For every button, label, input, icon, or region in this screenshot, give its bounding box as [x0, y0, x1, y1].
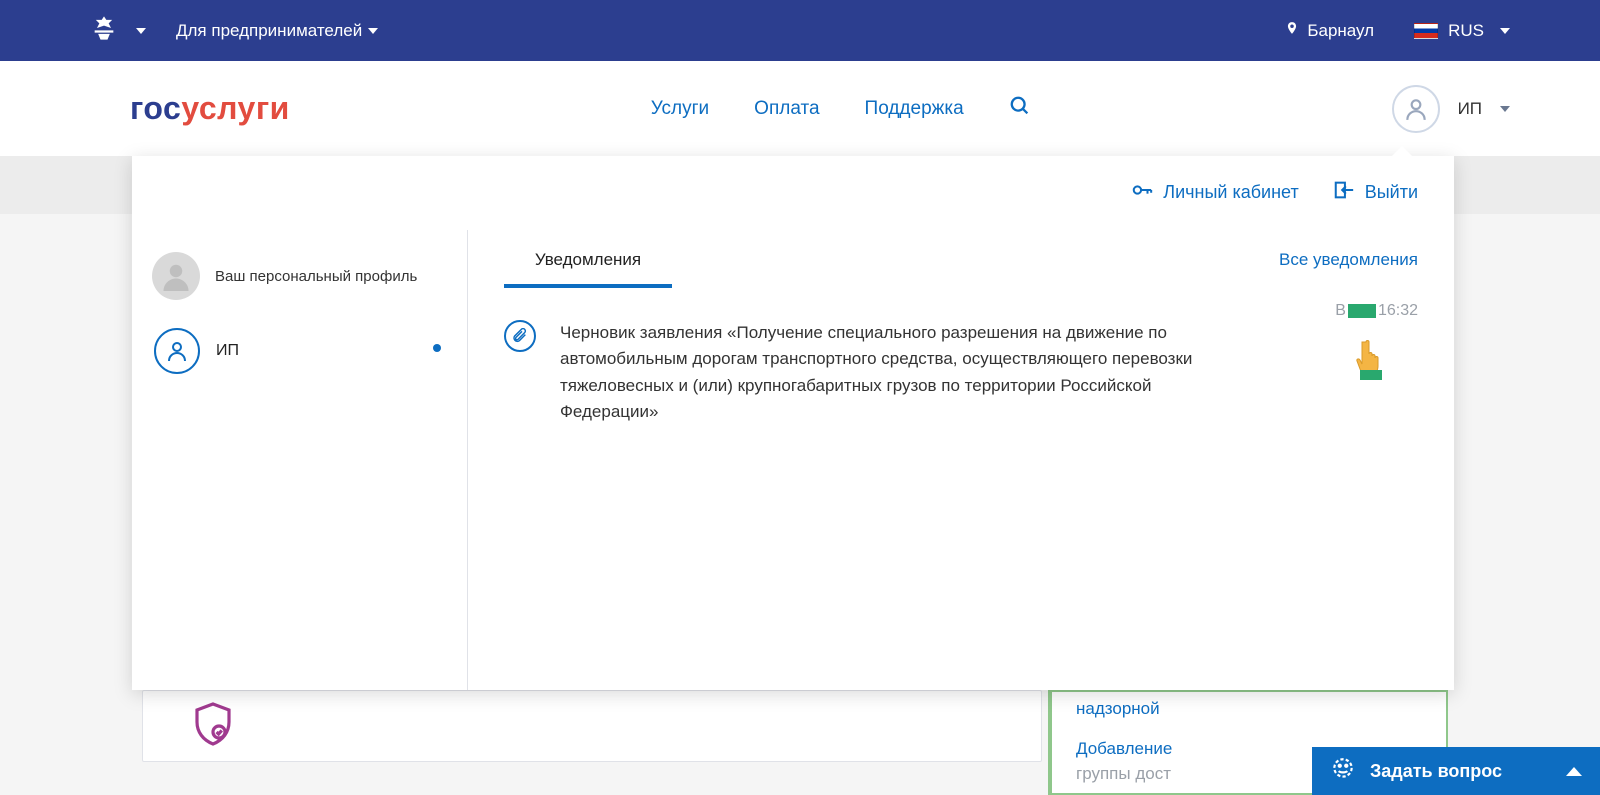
logo-part-2: услуги: [181, 90, 290, 126]
avatar-icon: [1392, 85, 1440, 133]
dropdown-top-links: Личный кабинет Выйти: [132, 156, 1454, 230]
location-selector[interactable]: Барнаул: [1285, 19, 1374, 42]
logo-part-1: гос: [130, 90, 181, 126]
side-line-1: надзорной: [1076, 696, 1422, 722]
nav-services[interactable]: Услуги: [651, 98, 709, 120]
top-bar-left: Для предпринимателей: [90, 14, 378, 47]
chevron-down-icon: [136, 28, 146, 34]
language-selector[interactable]: RUS: [1414, 21, 1510, 41]
ask-label: Задать вопрос: [1370, 761, 1502, 782]
profile-ip-row[interactable]: ИП: [152, 324, 447, 378]
redaction-block-icon: [1348, 304, 1376, 318]
top-bar: Для предпринимателей Барнаул RUS: [0, 0, 1600, 61]
nav-links: Услуги Оплата Поддержка: [651, 95, 1031, 122]
dropdown-body: Ваш персональный профиль ИП Уведомления …: [132, 230, 1454, 690]
user-outline-icon: [154, 328, 200, 374]
personal-cabinet-label: Личный кабинет: [1163, 182, 1298, 203]
personal-cabinet-link[interactable]: Личный кабинет: [1131, 179, 1298, 206]
dropdown-left-panel: Ваш персональный профиль ИП: [132, 230, 468, 690]
active-dot-icon: [433, 344, 441, 352]
notification-text: Черновик заявления «Получение специально…: [560, 320, 1200, 425]
nav-support[interactable]: Поддержка: [865, 98, 964, 120]
notif-time-prefix: В: [1335, 302, 1346, 319]
pin-icon: [1285, 19, 1299, 42]
chat-face-icon: [1330, 756, 1356, 787]
flag-icon: [1414, 23, 1438, 39]
side-line-2b: группы дост: [1076, 764, 1171, 783]
chevron-up-icon: [1566, 767, 1582, 776]
nav-payment[interactable]: Оплата: [754, 98, 819, 120]
avatar-placeholder-icon: [152, 252, 200, 300]
profile-caption: Ваш персональный профиль: [215, 268, 417, 285]
notification-time: В 16:32: [1335, 302, 1418, 320]
user-dropdown: Личный кабинет Выйти Ваш персональный пр…: [132, 156, 1454, 690]
logout-icon: [1333, 179, 1355, 206]
site-logo[interactable]: госуслуги: [130, 90, 290, 127]
location-label: Барнаул: [1307, 21, 1374, 41]
language-label: RUS: [1448, 21, 1484, 41]
document-check-icon: [189, 700, 237, 753]
ask-left: Задать вопрос: [1330, 756, 1502, 787]
dropdown-right-panel: Уведомления Все уведомления Черновик зая…: [468, 230, 1454, 690]
audience-selector[interactable]: Для предпринимателей: [176, 21, 378, 41]
user-menu-trigger[interactable]: ИП: [1392, 85, 1510, 133]
chevron-down-icon: [1500, 28, 1510, 34]
user-short-label: ИП: [1458, 99, 1482, 119]
pointer-cursor-icon: [1352, 336, 1392, 385]
logout-label: Выйти: [1365, 182, 1418, 203]
emblem-selector[interactable]: [90, 14, 146, 47]
audience-label: Для предпринимателей: [176, 21, 362, 41]
logout-link[interactable]: Выйти: [1333, 179, 1418, 206]
ip-label: ИП: [216, 342, 239, 360]
ask-question-bar[interactable]: Задать вопрос: [1312, 747, 1600, 795]
notif-time-value: 16:32: [1378, 302, 1418, 319]
tab-notifications[interactable]: Уведомления: [504, 250, 672, 288]
top-bar-right: Барнаул RUS: [1285, 19, 1510, 42]
info-card: [142, 690, 1042, 762]
side-line-2a[interactable]: Добавление: [1076, 739, 1172, 758]
chevron-down-icon: [368, 28, 378, 34]
main-nav: госуслуги Услуги Оплата Поддержка ИП: [0, 61, 1600, 156]
all-notifications-link[interactable]: Все уведомления: [1279, 250, 1418, 270]
key-icon: [1131, 179, 1153, 206]
attachment-icon: [504, 320, 536, 352]
notification-item[interactable]: Черновик заявления «Получение специально…: [504, 320, 1418, 425]
caret-down-icon: [1500, 106, 1510, 112]
search-icon[interactable]: [1009, 95, 1031, 122]
tab-row: Уведомления Все уведомления: [504, 250, 1418, 288]
profile-block[interactable]: Ваш персональный профиль: [152, 252, 447, 300]
emblem-icon: [90, 14, 118, 47]
